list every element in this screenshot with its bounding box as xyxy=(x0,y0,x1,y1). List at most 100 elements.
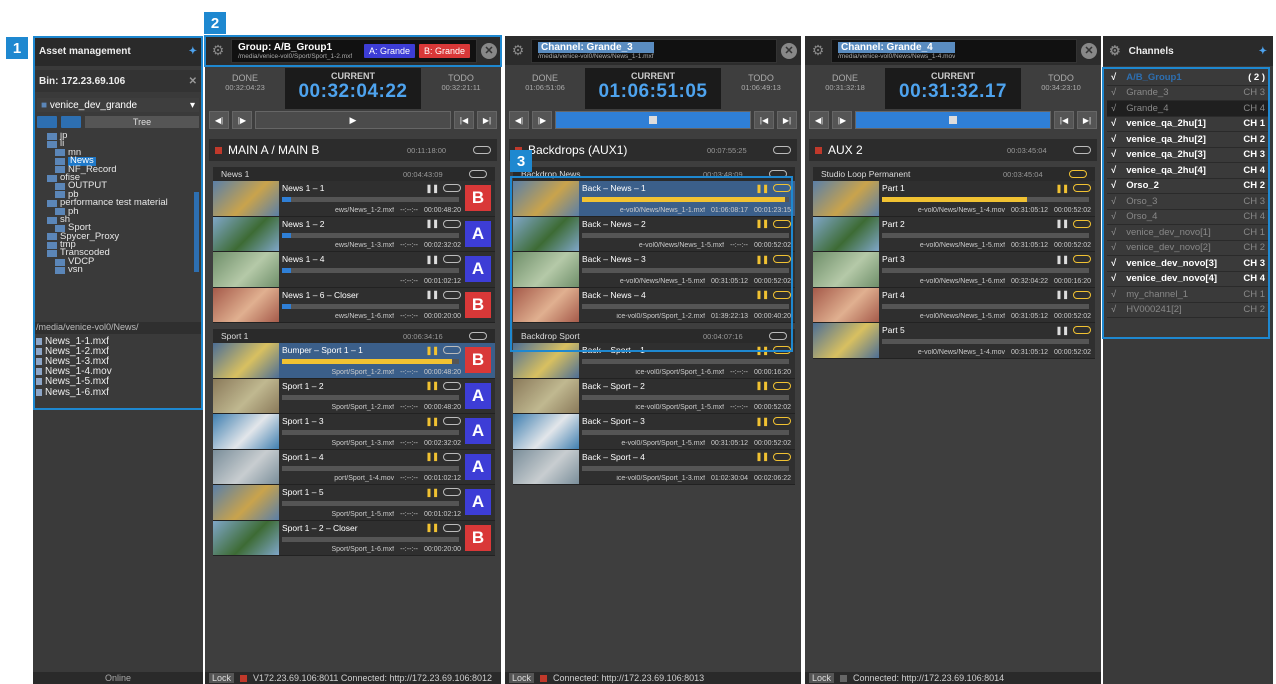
loop-icon[interactable] xyxy=(1073,255,1091,263)
ab-output-b-badge[interactable]: B xyxy=(465,347,491,373)
check-icon[interactable]: √ xyxy=(1111,227,1116,238)
channel-list-item[interactable]: √ Orso_2 CH 2 xyxy=(1107,179,1269,194)
loop-icon[interactable] xyxy=(773,219,791,228)
check-icon[interactable]: √ xyxy=(1111,304,1116,315)
gear-icon[interactable]: ⚙ xyxy=(509,42,527,60)
loop-icon[interactable] xyxy=(443,255,461,263)
group-header[interactable]: Backdrop Sport 00:04:07:16 xyxy=(513,329,795,343)
group-header[interactable]: Backdrop News 00:03:48:09 xyxy=(513,167,795,181)
stop-button[interactable] xyxy=(855,111,1051,129)
playlist-item[interactable]: Sport 1 – 4 ❚❚ port/Sport_1-4.mov --:--:-- 0… xyxy=(213,449,495,485)
pause-icon[interactable]: ❚❚ xyxy=(756,290,769,299)
pause-icon[interactable]: ❚❚ xyxy=(756,346,769,355)
list-view-button[interactable] xyxy=(37,116,57,128)
prev-frame-button[interactable]: ◀| xyxy=(509,111,529,129)
channel-list-item[interactable]: √ A/B_Group1 ( 2 ) xyxy=(1107,70,1269,86)
loop-icon[interactable] xyxy=(773,452,791,461)
check-icon[interactable]: √ xyxy=(1111,273,1116,284)
channel-list-item[interactable]: √ venice_qa_2hu[2] CH 2 xyxy=(1107,132,1269,148)
loop-icon[interactable] xyxy=(769,332,787,340)
tree-view-button[interactable]: Tree xyxy=(85,116,199,128)
tree-folder[interactable]: li xyxy=(37,139,199,149)
ab-output-a-badge[interactable]: A xyxy=(465,220,491,247)
gear-icon[interactable]: ⚙ xyxy=(809,42,827,60)
pause-icon[interactable]: ❚❚ xyxy=(1056,255,1069,264)
bin-dropdown[interactable]: ■ venice_dev_grande ▾ xyxy=(37,98,199,112)
playlist-item[interactable]: Sport 1 – 5 ❚❚ Sport/Sport_1-5.mxf --:--:--… xyxy=(213,485,495,521)
playlist-item[interactable]: Back – News – 4 ❚❚ ice-vol0/Sport/Sport_1-… xyxy=(513,287,795,323)
channel-list-item[interactable]: √ venice_qa_2hu[3] CH 3 xyxy=(1107,148,1269,163)
tree-folder[interactable]: News xyxy=(37,156,199,166)
check-icon[interactable]: √ xyxy=(1111,118,1116,129)
playlist-item[interactable]: Back – News – 3 ❚❚ e-vol0/News/News_1-5.mx… xyxy=(513,252,795,288)
loop-icon[interactable] xyxy=(773,346,791,354)
group-header[interactable]: Studio Loop Permanent 00:03:45:04 xyxy=(813,167,1095,181)
loop-icon[interactable] xyxy=(443,417,461,425)
gear-icon[interactable]: ⚙ xyxy=(1109,43,1121,59)
file-item[interactable]: News_1-2.mxf xyxy=(36,346,200,357)
channel-list-item[interactable]: √ venice_dev_novo[4] CH 4 xyxy=(1107,272,1269,287)
tree-folder[interactable]: performance test material xyxy=(37,198,199,208)
file-item[interactable]: News_1-6.mxf xyxy=(36,387,200,398)
pause-icon[interactable]: ❚❚ xyxy=(1056,326,1069,335)
loop-icon[interactable] xyxy=(469,170,487,178)
playlist-item[interactable]: Sport 1 – 3 ❚❚ Sport/Sport_1-3.mxf --:--:--… xyxy=(213,414,495,450)
playlist-item[interactable]: Back – Sport – 3 ❚❚ e-vol0/Sport/Sport_1-5… xyxy=(513,414,795,450)
playlist-item[interactable]: Back – Sport – 4 ❚❚ ice-vol0/Sport/Sport_1… xyxy=(513,449,795,485)
file-item[interactable]: News_1-3.mxf xyxy=(36,356,200,367)
loop-icon[interactable] xyxy=(773,417,791,425)
channel-list-item[interactable]: √ venice_dev_novo[2] CH 2 xyxy=(1107,241,1269,256)
skip-start-button[interactable]: |◀ xyxy=(754,111,774,129)
pause-icon[interactable]: ❚❚ xyxy=(426,523,439,532)
loop-icon[interactable] xyxy=(1073,219,1091,228)
prev-frame-button[interactable]: ◀| xyxy=(209,111,229,129)
check-icon[interactable]: √ xyxy=(1111,165,1116,176)
badge-b[interactable]: B: Grande xyxy=(418,43,470,58)
pin-icon[interactable]: ✦ xyxy=(1259,46,1267,57)
playlist-item[interactable]: Part 3 ❚❚ e-vol0/News/News_1-6.mxf 00:32:04… xyxy=(813,252,1095,288)
loop-icon[interactable] xyxy=(443,523,461,532)
loop-icon[interactable] xyxy=(469,332,487,340)
channel-list-item[interactable]: √ venice_dev_novo[3] CH 3 xyxy=(1107,256,1269,272)
ab-output-b-badge[interactable]: B xyxy=(465,185,491,211)
loop-icon[interactable] xyxy=(773,184,791,192)
ab-output-b-badge[interactable]: B xyxy=(465,291,491,318)
group-header[interactable]: News 1 00:04:43:09 xyxy=(213,167,495,181)
tree-folder[interactable]: mn xyxy=(37,147,199,157)
channel-list-item[interactable]: √ Orso_3 CH 3 xyxy=(1107,194,1269,210)
pause-icon[interactable]: ❚❚ xyxy=(426,219,439,228)
tree-folder[interactable]: Transcoded xyxy=(37,248,199,258)
loop-icon[interactable] xyxy=(769,170,787,178)
file-item[interactable]: News_1-5.mxf xyxy=(36,376,200,387)
scrollbar[interactable] xyxy=(194,192,199,272)
loop-icon[interactable] xyxy=(443,381,461,390)
ab-output-a-badge[interactable]: A xyxy=(465,418,491,444)
check-icon[interactable]: √ xyxy=(1111,242,1116,253)
loop-icon[interactable] xyxy=(1073,326,1091,334)
group-header[interactable]: Sport 1 00:06:34:16 xyxy=(213,329,495,343)
file-item[interactable]: News_1-1.mxf xyxy=(36,336,200,347)
skip-start-button[interactable]: |◀ xyxy=(1054,111,1074,129)
ab-output-a-badge[interactable]: A xyxy=(465,382,491,409)
loop-icon[interactable] xyxy=(443,184,461,192)
ab-output-a-badge[interactable]: A xyxy=(465,256,491,282)
loop-icon[interactable] xyxy=(1073,146,1091,154)
skip-end-button[interactable]: ▶| xyxy=(1077,111,1097,129)
playlist-item[interactable]: News 1 – 4 ❚❚ --:--:-- 00:01:02:12 A xyxy=(213,252,495,288)
tree-folder[interactable]: ofise xyxy=(37,172,199,182)
pause-icon[interactable]: ❚❚ xyxy=(426,488,439,497)
playlist-item[interactable]: Bumper – Sport 1 – 1 ❚❚ Sport/Sport_1-2.mx… xyxy=(213,343,495,379)
prev-frame-button[interactable]: ◀| xyxy=(809,111,829,129)
playlist-item[interactable]: Back – Sport – 1 ❚❚ ice-vol0/Sport/Sport_1… xyxy=(513,343,795,379)
check-icon[interactable]: √ xyxy=(1111,196,1116,207)
playlist-item[interactable]: Sport 1 – 2 – Closer ❚❚ Sport/Sport_1-6.mx… xyxy=(213,520,495,556)
playlist-item[interactable]: Back – Sport – 2 ❚❚ ice-vol0/Sport/Sport_1… xyxy=(513,378,795,414)
play-button[interactable]: ▶ xyxy=(255,111,451,129)
channel-list-item[interactable]: √ my_channel_1 CH 1 xyxy=(1107,287,1269,303)
loop-icon[interactable] xyxy=(1073,290,1091,299)
check-icon[interactable]: √ xyxy=(1111,258,1116,269)
pause-icon[interactable]: ❚❚ xyxy=(1056,290,1069,299)
playlist-item[interactable]: Part 2 ❚❚ e-vol0/News/News_1-5.mxf 00:31:05… xyxy=(813,216,1095,252)
gear-icon[interactable]: ⚙ xyxy=(209,42,227,60)
check-icon[interactable]: √ xyxy=(1111,134,1116,145)
